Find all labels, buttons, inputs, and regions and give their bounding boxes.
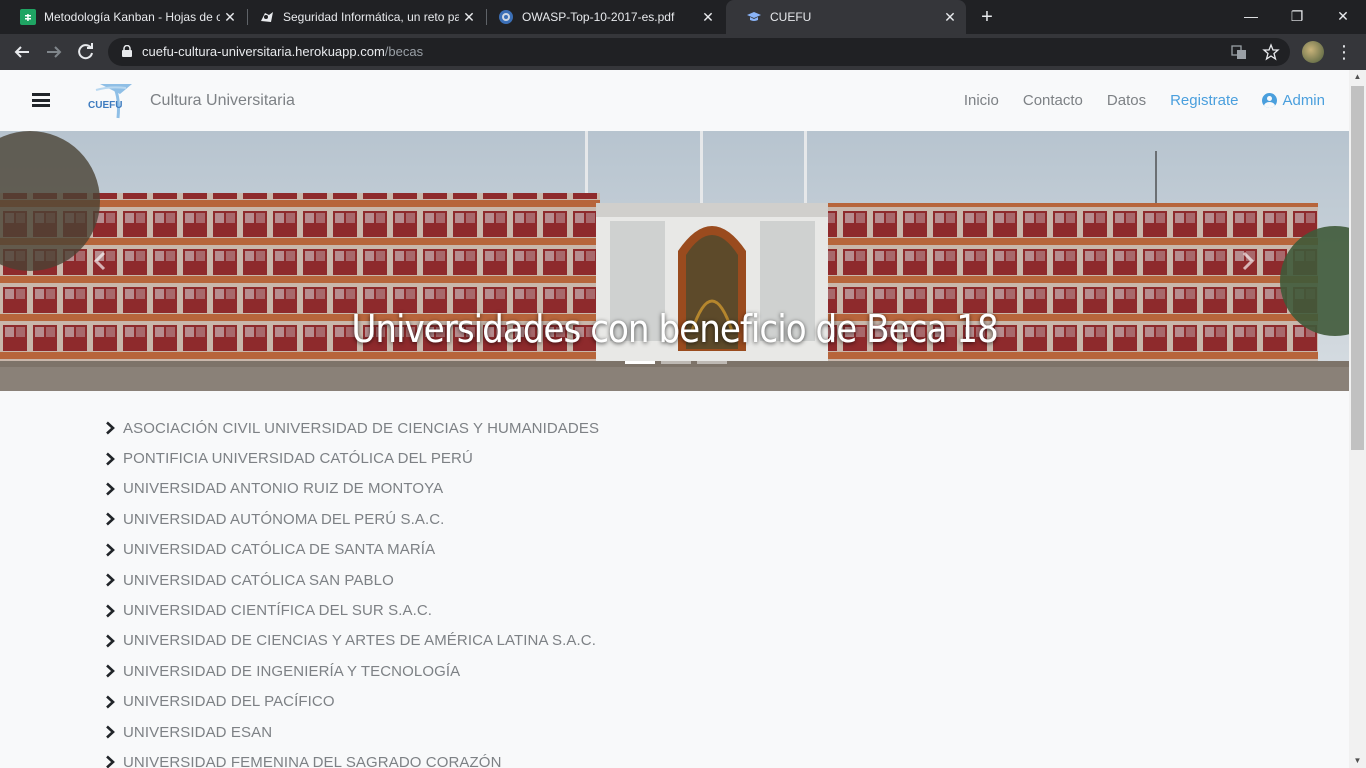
university-name: UNIVERSIDAD FEMENINA DEL SAGRADO CORAZÓN xyxy=(123,753,502,768)
lock-icon xyxy=(122,45,132,57)
nav-link-admin[interactable]: Admin xyxy=(1262,92,1325,109)
chevron-right-icon xyxy=(106,421,115,435)
university-building-image xyxy=(0,131,1349,391)
carousel-next-icon[interactable] xyxy=(1238,249,1258,273)
tab-title: CUEFU xyxy=(770,10,812,24)
university-name: UNIVERSIDAD CIENTÍFICA DEL SUR S.A.C. xyxy=(123,602,433,620)
chevron-right-icon xyxy=(106,452,115,466)
user-circle-icon xyxy=(1262,93,1278,108)
list-item[interactable]: PONTIFICIA UNIVERSIDAD CATÓLICA DEL PERÚ xyxy=(104,443,599,473)
carousel-indicator[interactable] xyxy=(697,361,727,364)
chevron-right-icon xyxy=(106,695,115,709)
list-item[interactable]: UNIVERSIDAD DEL PACÍFICO xyxy=(104,687,599,717)
close-tab-icon[interactable]: ✕ xyxy=(220,9,240,26)
scroll-down-icon[interactable]: ▼ xyxy=(1349,756,1366,766)
list-item[interactable]: ASOCIACIÓN CIVIL UNIVERSIDAD DE CIENCIAS… xyxy=(104,413,599,443)
menu-kebab-icon[interactable]: ⋮ xyxy=(1334,40,1354,64)
carousel-indicators xyxy=(625,361,733,364)
tab-title: Metodología Kanban - Hojas de c xyxy=(44,10,220,24)
university-name: UNIVERSIDAD DE CIENCIAS Y ARTES DE AMÉRI… xyxy=(123,632,596,650)
chevron-right-icon xyxy=(106,573,115,587)
chevron-right-icon xyxy=(106,664,115,678)
page-scrollbar[interactable]: ▲ ▼ xyxy=(1349,70,1366,768)
profile-avatar[interactable] xyxy=(1302,41,1324,63)
close-tab-icon[interactable]: ✕ xyxy=(940,9,960,26)
reload-icon[interactable] xyxy=(74,40,98,64)
url-text: cuefu-cultura-universitaria.herokuapp.co… xyxy=(142,44,423,59)
list-item[interactable]: UNIVERSIDAD AUTÓNOMA DEL PERÚ S.A.C. xyxy=(104,504,599,534)
university-name: UNIVERSIDAD CATÓLICA SAN PABLO xyxy=(123,571,394,589)
close-window-button[interactable]: ✕ xyxy=(1320,0,1366,34)
page-viewport: CUEFU Cultura Universitaria Inicio Conta… xyxy=(0,70,1349,768)
chevron-right-icon xyxy=(106,634,115,648)
chevron-right-icon xyxy=(106,604,115,617)
url-path: /becas xyxy=(384,44,424,59)
translate-icon[interactable] xyxy=(1230,43,1248,61)
site-navbar: CUEFU Cultura Universitaria Inicio Conta… xyxy=(0,70,1349,131)
back-icon[interactable] xyxy=(10,40,34,64)
university-name: UNIVERSIDAD DE INGENIERÍA Y TECNOLOGÍA xyxy=(123,662,461,680)
university-name: UNIVERSIDAD DEL PACÍFICO xyxy=(123,693,335,711)
nav-link-inicio[interactable]: Inicio xyxy=(964,92,999,109)
cuefu-logo[interactable]: CUEFU xyxy=(86,80,136,120)
nav-link-datos[interactable]: Datos xyxy=(1107,92,1146,109)
address-bar[interactable]: cuefu-cultura-universitaria.herokuapp.co… xyxy=(108,38,1290,66)
browser-toolbar: cuefu-cultura-universitaria.herokuapp.co… xyxy=(0,34,1366,70)
bookmark-star-icon[interactable] xyxy=(1262,43,1280,61)
list-item[interactable]: UNIVERSIDAD DE CIENCIAS Y ARTES DE AMÉRI… xyxy=(104,626,599,656)
list-item[interactable]: UNIVERSIDAD CATÓLICA SAN PABLO xyxy=(104,565,599,595)
list-item[interactable]: UNIVERSIDAD CIENTÍFICA DEL SUR S.A.C. xyxy=(104,595,599,625)
list-item[interactable]: UNIVERSIDAD DE INGENIERÍA Y TECNOLOGÍA xyxy=(104,656,599,686)
minimize-button[interactable]: — xyxy=(1228,0,1274,34)
scrollbar-thumb[interactable] xyxy=(1351,86,1364,450)
admin-label: Admin xyxy=(1282,92,1325,109)
forward-icon[interactable] xyxy=(42,40,66,64)
sheets-icon xyxy=(20,9,36,25)
nav-link-contacto[interactable]: Contacto xyxy=(1023,92,1083,109)
list-item[interactable]: UNIVERSIDAD CATÓLICA DE SANTA MARÍA xyxy=(104,535,599,565)
hero-carousel: Universidades con beneficio de Beca 18 xyxy=(0,131,1349,391)
chevron-right-icon xyxy=(106,482,115,496)
site-icon xyxy=(259,9,275,25)
chevron-right-icon xyxy=(106,512,115,526)
browser-tab-bar: Metodología Kanban - Hojas de c ✕ Seguri… xyxy=(0,0,1366,34)
carousel-indicator[interactable] xyxy=(661,361,691,364)
nav-links: Inicio Contacto Datos Registrate Admin xyxy=(940,92,1325,109)
tab-kanban[interactable]: Metodología Kanban - Hojas de c ✕ xyxy=(0,0,246,34)
close-tab-icon[interactable]: ✕ xyxy=(459,9,479,26)
brand-name[interactable]: Cultura Universitaria xyxy=(150,92,295,110)
list-item[interactable]: UNIVERSIDAD ANTONIO RUIZ DE MONTOYA xyxy=(104,474,599,504)
url-host: cuefu-cultura-universitaria.herokuapp.co… xyxy=(142,44,385,59)
restore-button[interactable]: ❐ xyxy=(1274,0,1320,34)
chevron-right-icon xyxy=(106,725,115,739)
chevron-right-icon xyxy=(106,543,115,557)
carousel-prev-icon[interactable] xyxy=(90,249,110,273)
tab-title: OWASP-Top-10-2017-es.pdf xyxy=(522,10,675,24)
globe-icon xyxy=(498,9,514,25)
tab-owasp[interactable]: OWASP-Top-10-2017-es.pdf ✕ xyxy=(478,0,724,34)
tab-seguridad[interactable]: Seguridad Informática, un reto pa ✕ xyxy=(239,0,485,34)
university-name: UNIVERSIDAD AUTÓNOMA DEL PERÚ S.A.C. xyxy=(123,510,445,528)
university-name: UNIVERSIDAD CATÓLICA DE SANTA MARÍA xyxy=(123,541,436,559)
nav-link-registrate[interactable]: Registrate xyxy=(1170,92,1238,109)
close-tab-icon[interactable]: ✕ xyxy=(698,9,718,26)
university-list: ASOCIACIÓN CIVIL UNIVERSIDAD DE CIENCIAS… xyxy=(104,413,599,768)
tab-cuefu[interactable]: CUEFU ✕ xyxy=(726,0,966,34)
scroll-up-icon[interactable]: ▲ xyxy=(1349,72,1366,82)
chevron-right-icon xyxy=(106,756,115,768)
graduation-cap-icon xyxy=(746,9,762,25)
carousel-caption: Universidades con beneficio de Beca 18 xyxy=(351,307,998,351)
university-name: UNIVERSIDAD ANTONIO RUIZ DE MONTOYA xyxy=(123,480,444,498)
university-name: PONTIFICIA UNIVERSIDAD CATÓLICA DEL PERÚ xyxy=(123,450,473,468)
tab-title: Seguridad Informática, un reto pa xyxy=(283,10,459,24)
university-name: UNIVERSIDAD ESAN xyxy=(123,723,273,741)
logo-text: CUEFU xyxy=(88,100,122,111)
new-tab-button[interactable]: + xyxy=(976,6,998,28)
hamburger-menu-icon[interactable] xyxy=(32,93,50,107)
university-name: ASOCIACIÓN CIVIL UNIVERSIDAD DE CIENCIAS… xyxy=(123,419,600,437)
list-item[interactable]: UNIVERSIDAD ESAN xyxy=(104,717,599,747)
list-item[interactable]: UNIVERSIDAD FEMENINA DEL SAGRADO CORAZÓN xyxy=(104,747,599,768)
carousel-indicator[interactable] xyxy=(625,361,655,364)
